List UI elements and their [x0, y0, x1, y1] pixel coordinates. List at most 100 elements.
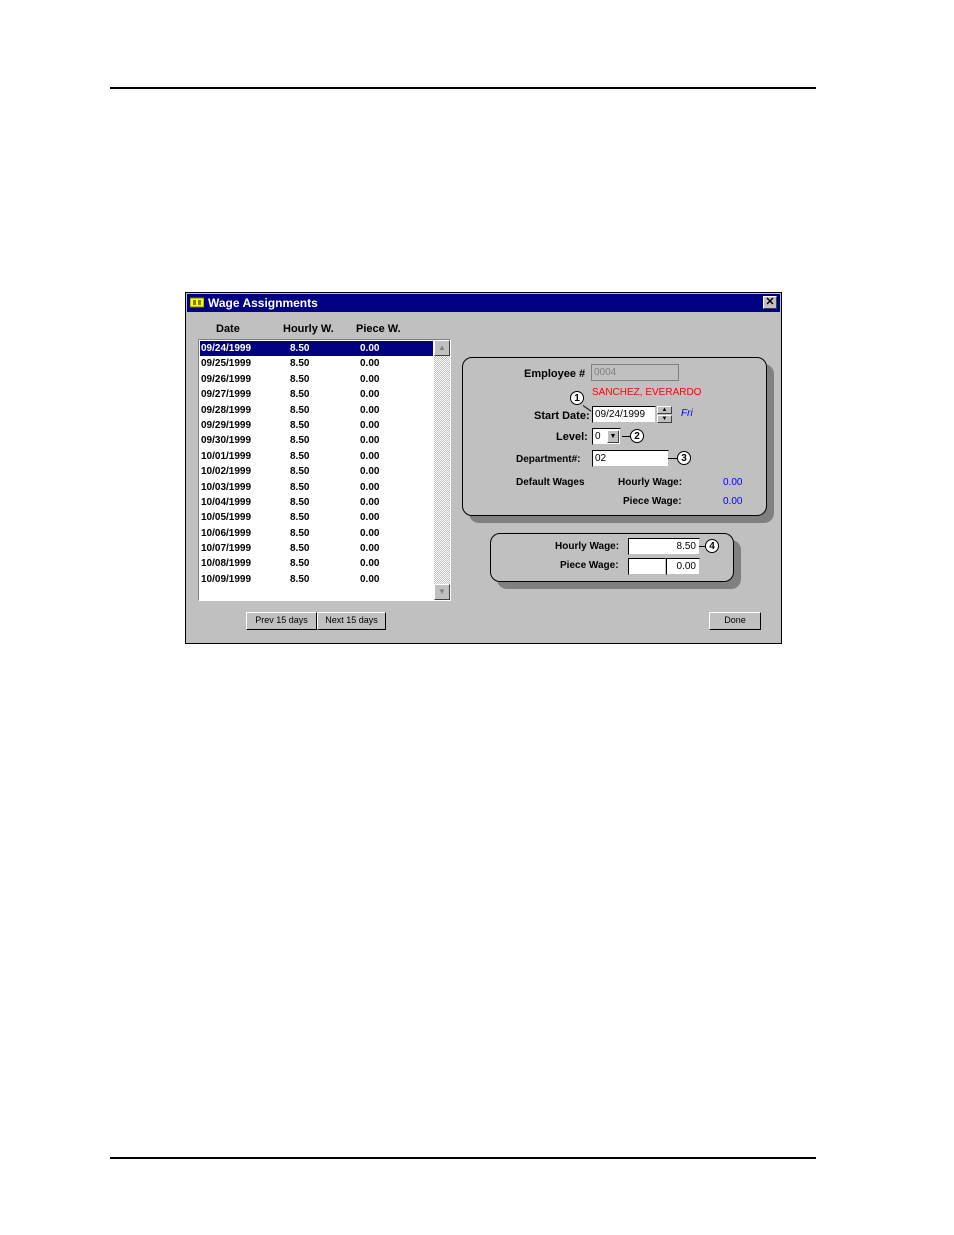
cell-date: 09/25/1999: [201, 358, 252, 370]
cell-hourly: 8.50: [290, 389, 310, 401]
cell-hourly: 8.50: [290, 466, 310, 478]
cell-piece: 0.00: [360, 573, 380, 585]
callout-4: 4: [705, 539, 719, 553]
start-date-label: Start Date:: [534, 410, 590, 422]
top-rule: [110, 87, 816, 89]
default-piece-label: Piece Wage:: [623, 496, 682, 507]
start-date-spin-up[interactable]: ▲: [657, 406, 672, 414]
table-row[interactable]: 09/26/1999 8.50 0.00: [200, 372, 433, 387]
piece-wage-prefix-field[interactable]: [628, 558, 666, 575]
done-button[interactable]: Done: [709, 612, 761, 630]
start-date-spin-down[interactable]: ▼: [657, 415, 672, 423]
cell-date: 10/03/1999: [201, 481, 252, 493]
table-row[interactable]: 09/30/1999 8.50 0.00: [200, 433, 433, 448]
spin-up-icon: ▲: [661, 407, 668, 413]
chevron-down-icon[interactable]: ▼: [607, 430, 619, 443]
cell-hourly: 8.50: [290, 573, 310, 585]
cell-date: 09/30/1999: [201, 435, 252, 447]
cell-hourly: 8.50: [290, 481, 310, 493]
table-row[interactable]: 10/08/1999 8.50 0.00: [200, 556, 433, 571]
cell-hourly: 8.50: [290, 512, 310, 524]
arrow-down-icon: ▼: [438, 587, 446, 596]
table-row[interactable]: 09/27/1999 8.50 0.00: [200, 387, 433, 402]
cell-hourly: 8.50: [290, 558, 310, 570]
cell-date: 10/06/1999: [201, 527, 252, 539]
cell-hourly: 8.50: [290, 496, 310, 508]
level-label: Level:: [556, 431, 588, 443]
cell-hourly: 8.50: [290, 543, 310, 555]
table-row[interactable]: 09/28/1999 8.50 0.00: [200, 403, 433, 418]
window-title: Wage Assignments: [208, 296, 318, 310]
cell-hourly: 8.50: [290, 435, 310, 447]
cell-piece: 0.00: [360, 481, 380, 493]
default-hourly-label: Hourly Wage:: [618, 477, 683, 488]
cell-hourly: 8.50: [290, 343, 310, 354]
level-value: 0: [595, 431, 601, 442]
wage-date-list[interactable]: 09/24/1999 8.50 0.00 09/25/1999 8.50 0.00 09/2…: [198, 339, 451, 601]
hourly-wage-label: Hourly Wage:: [555, 541, 620, 552]
default-hourly-value: 0.00: [723, 477, 743, 488]
default-wages-label: Default Wages: [516, 477, 585, 488]
table-row[interactable]: 10/07/1999 8.50 0.00: [200, 541, 433, 556]
cell-hourly: 8.50: [290, 450, 310, 462]
wage-assignments-window: Wage Assignments ✕ Date Hourly W. Piece …: [185, 292, 782, 644]
close-icon: ✕: [765, 296, 775, 308]
table-row[interactable]: 10/05/1999 8.50 0.00: [200, 510, 433, 525]
cell-hourly: 8.50: [290, 358, 310, 370]
department-label: Department#:: [516, 454, 581, 465]
table-row[interactable]: 10/06/1999 8.50 0.00: [200, 526, 433, 541]
cell-piece: 0.00: [360, 466, 380, 478]
table-row[interactable]: 09/24/1999 8.50 0.00: [200, 341, 433, 357]
cell-date: 10/01/1999: [201, 450, 252, 462]
hourly-wage-field[interactable]: 8.50: [628, 538, 700, 555]
cell-hourly: 8.50: [290, 404, 310, 416]
cell-date: 10/08/1999: [201, 558, 252, 570]
cell-piece: 0.00: [360, 435, 380, 447]
cell-date: 10/04/1999: [201, 496, 252, 508]
employee-number-field[interactable]: 0004: [591, 364, 679, 381]
table-row[interactable]: 10/04/1999 8.50 0.00: [200, 495, 433, 510]
callout-3-leader: [668, 458, 677, 459]
list-scrollbar[interactable]: ▲ ▼: [434, 340, 450, 600]
close-button[interactable]: ✕: [763, 296, 777, 309]
department-field[interactable]: 02: [592, 450, 669, 467]
cell-piece: 0.00: [360, 450, 380, 462]
table-row[interactable]: 10/02/1999 8.50 0.00: [200, 464, 433, 479]
next-15-days-button[interactable]: Next 15 days: [317, 612, 386, 630]
scroll-up-button[interactable]: ▲: [434, 340, 450, 356]
cell-piece: 0.00: [360, 373, 380, 385]
cell-piece: 0.00: [360, 389, 380, 401]
start-date-field[interactable]: 09/24/1999: [592, 406, 656, 423]
column-header-date: Date: [216, 323, 240, 335]
spin-down-icon: ▼: [661, 416, 668, 422]
cell-date: 10/05/1999: [201, 512, 252, 524]
scroll-down-button[interactable]: ▼: [434, 584, 450, 600]
cell-piece: 0.00: [360, 343, 380, 354]
prev-15-days-button[interactable]: Prev 15 days: [246, 612, 317, 630]
title-bar[interactable]: Wage Assignments ✕: [187, 294, 780, 312]
cell-hourly: 8.50: [290, 373, 310, 385]
cell-piece: 0.00: [360, 543, 380, 555]
column-header-piece: Piece W.: [356, 323, 401, 335]
bottom-rule: [110, 1157, 816, 1159]
table-row[interactable]: 10/09/1999 8.50 0.00: [200, 572, 433, 587]
cell-piece: 0.00: [360, 404, 380, 416]
cell-date: 09/29/1999: [201, 419, 252, 431]
cell-date: 09/26/1999: [201, 373, 252, 385]
weekday-label: Fri: [681, 408, 693, 419]
level-select[interactable]: 0 ▼: [592, 428, 621, 445]
cell-hourly: 8.50: [290, 419, 310, 431]
callout-1: 1: [570, 391, 584, 405]
cell-piece: 0.00: [360, 358, 380, 370]
piece-wage-field[interactable]: 0.00: [666, 558, 700, 575]
cell-date: 09/27/1999: [201, 389, 252, 401]
cell-date: 10/02/1999: [201, 466, 252, 478]
employee-panel: Employee # 0004 SANCHEZ, EVERARDO Start …: [462, 357, 767, 516]
table-row[interactable]: 09/29/1999 8.50 0.00: [200, 418, 433, 433]
column-header-hourly: Hourly W.: [283, 323, 334, 335]
table-row[interactable]: 10/01/1999 8.50 0.00: [200, 449, 433, 464]
cell-hourly: 8.50: [290, 527, 310, 539]
table-row[interactable]: 10/03/1999 8.50 0.00: [200, 480, 433, 495]
table-row[interactable]: 09/25/1999 8.50 0.00: [200, 356, 433, 371]
employee-label: Employee #: [524, 368, 586, 380]
